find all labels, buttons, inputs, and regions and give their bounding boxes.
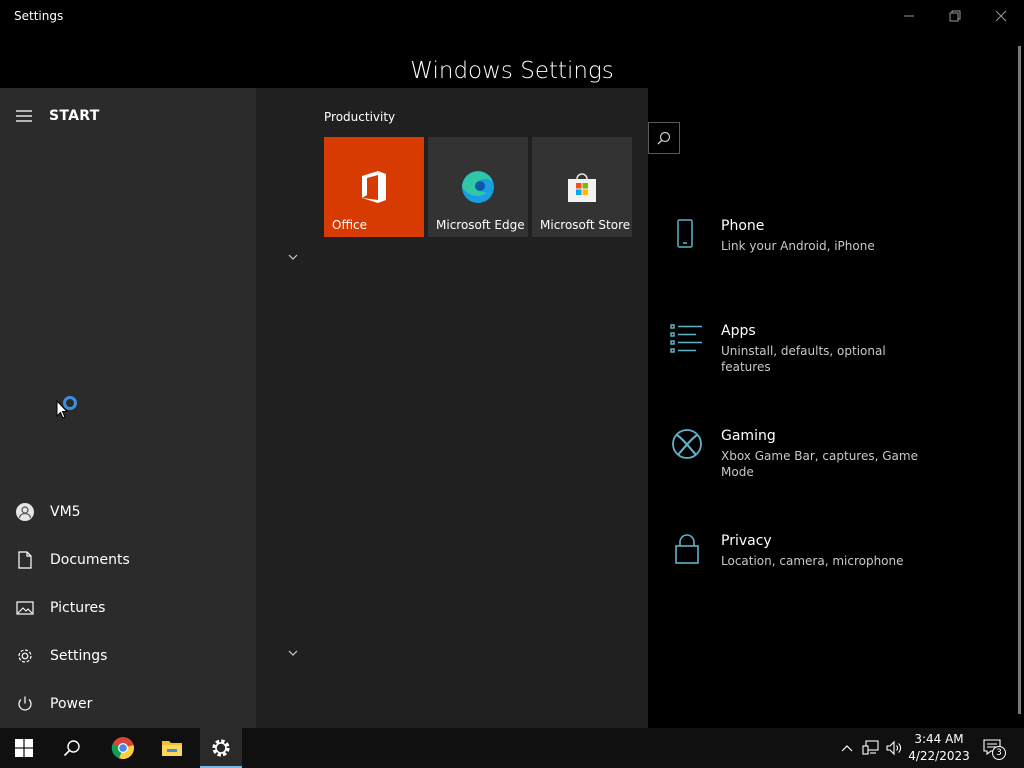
volume-button[interactable] bbox=[884, 738, 904, 758]
tile-group-label: Productivity bbox=[324, 110, 396, 124]
power-icon bbox=[18, 696, 32, 711]
start-power[interactable]: Power bbox=[0, 682, 256, 726]
restore-button[interactable] bbox=[932, 0, 978, 32]
tile-label: Office bbox=[332, 218, 368, 232]
start-rail: START VM5 Documents Pictures Settings Po… bbox=[0, 88, 256, 728]
clock-date: 4/22/2023 bbox=[908, 749, 970, 763]
category-title: Apps bbox=[721, 323, 756, 339]
xbox-icon bbox=[672, 429, 702, 459]
network-button[interactable] bbox=[861, 738, 881, 758]
power-label: Power bbox=[50, 696, 93, 712]
restore-icon bbox=[949, 10, 961, 22]
lock-icon bbox=[675, 534, 699, 564]
start-header: START bbox=[49, 108, 100, 124]
tile-microsoft-store[interactable]: Microsoft Store bbox=[532, 137, 632, 237]
minimize-icon bbox=[904, 15, 914, 17]
document-icon bbox=[18, 551, 32, 569]
search-icon bbox=[63, 740, 80, 757]
tile-label: Microsoft Store bbox=[540, 218, 631, 232]
user-name: VM5 bbox=[50, 504, 81, 520]
office-icon bbox=[362, 171, 386, 203]
action-center-button[interactable]: 3 bbox=[978, 728, 1018, 768]
apps-list-icon bbox=[670, 324, 702, 353]
category-phone[interactable]: Phone Link your Android, iPhone bbox=[668, 218, 948, 298]
user-avatar-icon bbox=[16, 503, 34, 521]
gear-icon bbox=[212, 739, 230, 757]
category-description: Uninstall, defaults, optional features bbox=[721, 344, 886, 374]
category-privacy[interactable]: Privacy Location, camera, microphone bbox=[668, 533, 948, 613]
tile-office[interactable]: Office bbox=[324, 137, 424, 237]
category-apps[interactable]: Apps Uninstall, defaults, optional featu… bbox=[668, 323, 948, 403]
folder-icon bbox=[162, 741, 182, 756]
scrollbar[interactable] bbox=[1018, 46, 1021, 714]
tile-microsoft-edge[interactable]: Microsoft Edge bbox=[428, 137, 528, 237]
taskbar-file-explorer[interactable] bbox=[148, 728, 196, 768]
phone-icon bbox=[677, 219, 693, 248]
category-description: Link your Android, iPhone bbox=[721, 239, 875, 253]
chevron-down-icon[interactable] bbox=[287, 252, 299, 262]
category-title: Privacy bbox=[721, 533, 772, 549]
tile-label: Microsoft Edge bbox=[436, 218, 525, 232]
chrome-icon bbox=[111, 737, 134, 760]
settings-label: Settings bbox=[50, 648, 108, 664]
hamburger-menu-icon[interactable] bbox=[16, 108, 34, 124]
network-icon bbox=[862, 740, 879, 755]
category-description: Xbox Game Bar, captures, Game Mode bbox=[721, 449, 918, 479]
close-icon bbox=[995, 10, 1007, 22]
clock-time: 3:44 AM bbox=[914, 732, 964, 746]
search-icon bbox=[657, 131, 671, 145]
search-button[interactable] bbox=[648, 122, 680, 154]
start-settings[interactable]: Settings bbox=[0, 634, 256, 678]
pictures-label: Pictures bbox=[50, 600, 106, 616]
taskbar-search-button[interactable] bbox=[48, 728, 96, 768]
category-title: Gaming bbox=[721, 428, 776, 444]
category-gaming[interactable]: Gaming Xbox Game Bar, captures, Game Mod… bbox=[668, 428, 948, 508]
minimize-button[interactable] bbox=[886, 0, 932, 32]
edge-icon bbox=[462, 171, 494, 203]
gear-icon bbox=[18, 649, 32, 663]
taskbar-settings[interactable] bbox=[200, 728, 242, 768]
category-description: Location, camera, microphone bbox=[721, 554, 904, 568]
category-title: Phone bbox=[721, 218, 765, 234]
window-title: Settings bbox=[14, 9, 64, 23]
store-icon bbox=[568, 173, 596, 202]
pictures-icon bbox=[16, 601, 34, 615]
start-button[interactable] bbox=[0, 728, 48, 768]
notification-count-badge: 3 bbox=[992, 746, 1006, 760]
taskbar-clock[interactable]: 3:44 AM 4/22/2023 bbox=[905, 731, 973, 765]
chevron-down-icon[interactable] bbox=[287, 648, 299, 658]
taskbar: 3:44 AM 4/22/2023 3 bbox=[0, 728, 1024, 768]
show-hidden-icons-button[interactable] bbox=[837, 738, 857, 758]
page-title: Windows Settings bbox=[410, 58, 614, 84]
start-pictures[interactable]: Pictures bbox=[0, 586, 256, 630]
speaker-icon bbox=[886, 740, 901, 756]
mouse-cursor-icon bbox=[56, 400, 68, 419]
taskbar-chrome[interactable] bbox=[98, 728, 148, 768]
documents-label: Documents bbox=[50, 552, 130, 568]
windows-logo-icon bbox=[15, 739, 33, 757]
start-user-account[interactable]: VM5 bbox=[0, 490, 256, 534]
start-menu: START VM5 Documents Pictures Settings Po… bbox=[0, 88, 648, 728]
settings-title-bar: Settings bbox=[0, 0, 1024, 32]
chevron-up-icon bbox=[841, 745, 853, 752]
close-button[interactable] bbox=[978, 0, 1024, 32]
start-documents[interactable]: Documents bbox=[0, 538, 256, 582]
